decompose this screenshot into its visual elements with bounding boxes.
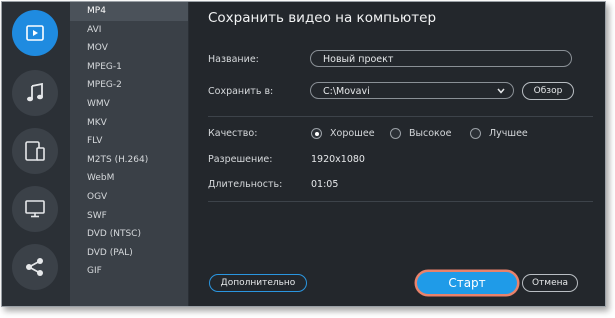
devices-icon [25,141,45,161]
format-list: MP4 AVI MOV MPEG-1 MPEG-2 WMV MKV FLV M2… [70,2,189,306]
format-item[interactable]: MP4 [70,2,188,21]
quality-label: Качество: [208,128,258,139]
format-item[interactable]: DVD (NTSC) [70,225,188,244]
export-dialog: MP4 AVI MOV MPEG-1 MPEG-2 WMV MKV FLV M2… [1,1,606,307]
rail-audio-button[interactable] [12,70,58,116]
start-button[interactable]: Старт [417,272,517,294]
format-item[interactable]: AVI [70,21,188,40]
chevron-down-icon [497,83,505,106]
resolution-value: 1920x1080 [311,154,365,165]
monitor-icon [25,200,45,218]
browse-button[interactable]: Обзор [522,82,574,100]
format-item[interactable]: WebM [70,169,188,188]
advanced-button[interactable]: Дополнительно [209,274,307,292]
rail-video-button[interactable] [12,10,58,56]
duration-value: 01:05 [311,179,339,190]
format-item[interactable]: SWF [70,207,188,226]
save-to-select[interactable]: C:\Movavi [310,82,514,99]
divider [208,116,593,117]
rail-devices-button[interactable] [12,128,58,174]
settings-panel: Сохранить видео на компьютер Название: Н… [189,2,605,306]
divider [208,201,593,202]
format-item[interactable]: M2TS (H.264) [70,151,188,170]
share-icon [25,257,45,277]
duration-label: Длительность: [208,179,283,190]
name-label: Название: [208,54,259,65]
quality-good-radio[interactable] [311,128,322,139]
quality-best-radio[interactable] [470,128,481,139]
rail-tv-button[interactable] [12,186,58,232]
category-rail [2,2,70,306]
quality-high-radio[interactable] [390,128,401,139]
format-item[interactable]: MKV [70,114,188,133]
format-item[interactable]: MOV [70,39,188,58]
format-item[interactable]: DVD (PAL) [70,244,188,263]
rail-share-button[interactable] [12,244,58,290]
music-note-icon [26,83,44,103]
save-to-label: Сохранить в: [208,86,274,97]
save-to-value: C:\Movavi [323,86,370,97]
format-item[interactable]: WMV [70,95,188,114]
quality-good-label: Хорошее [330,128,375,139]
format-item[interactable]: GIF [70,262,188,281]
video-icon [26,25,44,41]
quality-best-label: Лучшее [489,128,528,139]
format-item[interactable]: FLV [70,132,188,151]
cancel-button[interactable]: Отмена [522,274,578,292]
format-item[interactable]: OGV [70,188,188,207]
format-item[interactable]: MPEG-1 [70,58,188,77]
quality-high-label: Высокое [409,128,452,139]
resolution-label: Разрешение: [208,154,273,165]
dialog-title: Сохранить видео на компьютер [208,10,437,26]
format-item[interactable]: MPEG-2 [70,76,188,95]
name-field[interactable]: Новый проект [310,50,572,67]
